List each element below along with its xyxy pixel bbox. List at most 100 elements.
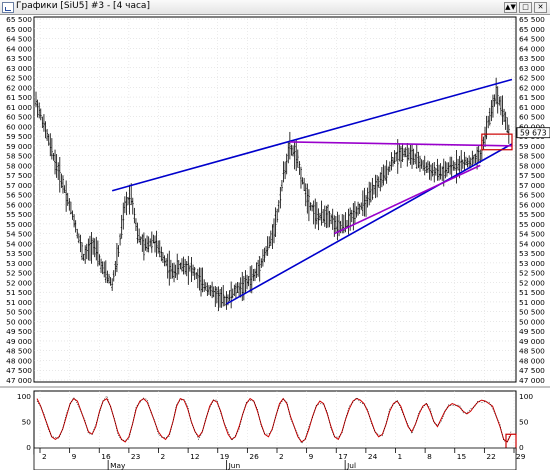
current-price-label: 59 673 [520, 129, 547, 138]
price-chart[interactable]: 65 50065 00064 50064 00063 50063 00062 5… [0, 15, 550, 470]
price-label-left: 58 000 [6, 161, 32, 170]
price-label-left: 52 500 [6, 269, 32, 278]
price-axis-right: 65 50065 00064 50064 00063 50063 00062 5… [519, 15, 545, 385]
restore-button[interactable]: ▲▼ [504, 2, 517, 13]
price-label-right: 50 500 [519, 308, 545, 317]
price-label-right: 65 000 [519, 25, 545, 34]
price-label-right: 55 000 [519, 220, 545, 229]
time-label-day: 2 [279, 452, 284, 461]
price-label-right: 49 500 [519, 327, 545, 336]
time-label-month: Jun [228, 461, 241, 470]
price-label-right: 57 000 [519, 181, 545, 190]
price-label-right: 54 000 [519, 239, 545, 248]
time-label-day: 9 [72, 452, 77, 461]
price-label-left: 48 000 [6, 356, 32, 365]
time-label-day: 2 [42, 452, 47, 461]
osc-label-left: 0 [26, 443, 31, 452]
price-label-left: 58 500 [6, 152, 32, 161]
time-label-day: 12 [190, 452, 199, 461]
time-label-day: 2 [161, 452, 166, 461]
oscillator-panel-frame [33, 390, 517, 455]
maximize-button[interactable]: □ [519, 2, 532, 13]
price-label-right: 56 500 [519, 191, 545, 200]
price-label-left: 65 000 [6, 25, 32, 34]
price-label-right: 62 000 [519, 83, 545, 92]
osc-label-left: 100 [17, 392, 31, 401]
price-label-right: 52 000 [519, 278, 545, 287]
price-label-right: 58 500 [519, 152, 545, 161]
osc-label-right: 0 [519, 443, 524, 452]
price-label-left: 59 000 [6, 142, 32, 151]
price-label-left: 64 000 [6, 44, 32, 53]
price-label-right: 51 000 [519, 298, 545, 307]
time-label-month: May [110, 461, 126, 470]
price-label-left: 53 000 [6, 259, 32, 268]
price-label-right: 55 500 [519, 210, 545, 219]
time-label-day: 19 [220, 452, 230, 461]
title-bar[interactable]: Графики [SiU5] #3 - [4 часа] ▲▼ □ ✕ [0, 0, 550, 15]
price-label-left: 50 000 [6, 317, 32, 326]
price-panel-frame [33, 16, 517, 383]
price-label-right: 64 000 [519, 44, 545, 53]
price-label-right: 56 000 [519, 200, 545, 209]
chart-area[interactable]: 65 500 65 000 64 500 64 000 63 500 63 000 62 5… [0, 15, 550, 470]
price-label-left: 55 500 [6, 210, 32, 219]
price-label-left: 65 500 [6, 15, 32, 24]
price-label-right: 48 500 [519, 347, 545, 356]
time-label-day: 9 [309, 452, 314, 461]
price-label-left: 54 500 [6, 230, 32, 239]
price-label-right: 62 500 [519, 74, 545, 83]
time-label-day: 26 [249, 452, 259, 461]
price-label-left: 53 500 [6, 249, 32, 258]
price-label-left: 61 000 [6, 103, 32, 112]
price-label-left: 59 500 [6, 132, 32, 141]
osc-label-right: 50 [519, 418, 529, 427]
price-label-right: 64 500 [519, 35, 545, 44]
price-label-right: 54 500 [519, 230, 545, 239]
osc-label-left: 50 [22, 418, 32, 427]
price-label-left: 52 000 [6, 278, 32, 287]
price-label-right: 47 500 [519, 366, 545, 375]
price-label-right: 63 500 [519, 54, 545, 63]
price-label-right: 58 000 [519, 161, 545, 170]
price-label-left: 57 000 [6, 181, 32, 190]
window-title: Графики [SiU5] #3 - [4 часа] [16, 1, 150, 11]
price-label-right: 48 000 [519, 356, 545, 365]
price-label-right: 53 500 [519, 249, 545, 258]
price-label-left: 63 500 [6, 54, 32, 63]
price-label-left: 60 500 [6, 113, 32, 122]
price-label-right: 63 000 [519, 64, 545, 73]
time-label-day: 29 [516, 452, 526, 461]
price-label-left: 48 500 [6, 347, 32, 356]
price-label-right: 53 000 [519, 259, 545, 268]
time-label-month: Jul [346, 461, 356, 470]
price-label-right: 60 500 [519, 113, 545, 122]
price-label-left: 64 500 [6, 35, 32, 44]
price-label-left: 56 500 [6, 191, 32, 200]
price-label-left: 62 500 [6, 74, 32, 83]
close-button[interactable]: ✕ [534, 2, 547, 13]
chart-window: Графики [SiU5] #3 - [4 часа] ▲▼ □ ✕ 65 5… [0, 0, 550, 470]
time-label-day: 16 [101, 452, 111, 461]
price-label-right: 65 500 [519, 15, 545, 24]
price-label-right: 51 500 [519, 288, 545, 297]
price-label-left: 47 000 [6, 376, 32, 385]
price-label-left: 54 000 [6, 239, 32, 248]
price-label-left: 51 000 [6, 298, 32, 307]
price-label-right: 52 500 [519, 269, 545, 278]
price-label-left: 51 500 [6, 288, 32, 297]
price-label-right: 61 000 [519, 103, 545, 112]
time-axis: 2 9 16 23 2 12 19 26 2 9 17 24 1 8 15 22 29May Jun Jul [33, 447, 526, 470]
price-label-right: 49 000 [519, 337, 545, 346]
price-label-right: 59 000 [519, 142, 545, 151]
price-axis-left: 65 50065 00064 50064 00063 50063 00062 5… [6, 15, 32, 385]
time-label-day: 17 [338, 452, 348, 461]
price-label-left: 57 500 [6, 171, 32, 180]
price-label-right: 57 500 [519, 171, 545, 180]
price-label-left: 63 000 [6, 64, 32, 73]
osc-label-right: 100 [519, 392, 533, 401]
price-label-left: 61 500 [6, 93, 32, 102]
price-label-left: 47 500 [6, 366, 32, 375]
price-label-left: 62 000 [6, 83, 32, 92]
price-label-left: 50 500 [6, 308, 32, 317]
